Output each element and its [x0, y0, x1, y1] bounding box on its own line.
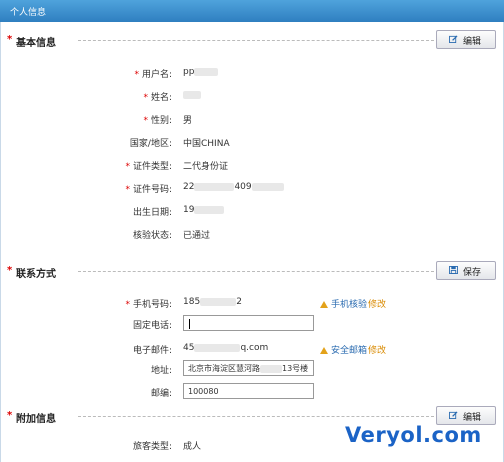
- email-edit-link[interactable]: 修改: [368, 343, 386, 356]
- required-mark: *: [7, 265, 13, 276]
- redacted-block: [183, 90, 201, 99]
- gender-value: 男: [183, 116, 193, 126]
- address-input[interactable]: 北京市海淀区慧河路 13号楼: [183, 360, 314, 376]
- section-divider: [78, 416, 434, 417]
- address-label: 地址:: [150, 366, 172, 376]
- phone-verify-link[interactable]: 手机核验: [320, 297, 367, 310]
- section-basic-title: 基本信息: [16, 38, 56, 49]
- email-label: 电子邮件:: [132, 346, 172, 356]
- redacted-block: [194, 182, 235, 191]
- required-mark: *: [125, 162, 130, 172]
- gender-label: 性别:: [150, 116, 172, 126]
- zip-input[interactable]: 100080: [183, 383, 314, 399]
- save-contact-label: 保存: [463, 268, 482, 278]
- id-type-value: 二代身份证: [183, 162, 229, 172]
- phone-prefix: 185: [183, 297, 201, 307]
- window-title: 个人信息: [10, 8, 47, 18]
- redacted-block: [260, 364, 282, 373]
- required-mark: *: [143, 116, 148, 126]
- country-value: 中国CHINA: [183, 139, 230, 149]
- id-number-prefix: 22: [183, 182, 195, 192]
- verify-status-value: 已通过: [183, 231, 211, 241]
- id-number-middle: 409: [234, 182, 252, 192]
- site-watermark: Veryol.com: [345, 423, 482, 447]
- phone-label: 手机号码:: [132, 300, 172, 310]
- email-suffix: q.com: [240, 343, 269, 353]
- username-value: pp: [183, 67, 195, 77]
- row-birthdate: 出生日期: 19: [0, 202, 504, 220]
- row-id-type: * 证件类型: 二代身份证: [0, 156, 504, 174]
- name-label: 姓名:: [150, 93, 172, 103]
- section-divider: [78, 40, 434, 41]
- id-type-label: 证件类型:: [132, 162, 172, 172]
- edit-basic-button[interactable]: 编辑: [436, 30, 496, 49]
- edit-basic-label: 编辑: [463, 37, 482, 47]
- section-extra-title: 附加信息: [16, 414, 56, 425]
- country-label: 国家/地区:: [129, 139, 172, 149]
- row-username: * 用户名: pp: [0, 64, 504, 82]
- edit-icon: [449, 411, 458, 419]
- section-divider: [78, 271, 434, 272]
- tel-input[interactable]: [183, 315, 314, 331]
- save-icon: [449, 266, 458, 274]
- row-email: 电子邮件: 45 q.com 安全邮箱 修改: [0, 340, 504, 358]
- edit-extra-label: 编辑: [463, 413, 482, 423]
- window-title-bar: 个人信息: [0, 0, 504, 22]
- row-gender: * 性别: 男: [0, 110, 504, 128]
- required-mark: *: [7, 410, 13, 421]
- required-mark: *: [125, 300, 130, 310]
- row-verify-status: 核验状态: 已通过: [0, 225, 504, 243]
- row-country: 国家/地区: 中国CHINA: [0, 133, 504, 151]
- required-mark: *: [7, 34, 13, 45]
- redacted-block: [194, 205, 225, 214]
- id-number-label: 证件号码:: [132, 185, 172, 195]
- save-contact-button[interactable]: 保存: [436, 261, 496, 280]
- redacted-block: [251, 182, 284, 191]
- verify-status-label: 核验状态:: [132, 231, 172, 241]
- redacted-block: [194, 67, 219, 76]
- section-contact-header: * 联系方式 保存: [0, 259, 504, 283]
- passenger-type-label: 旅客类型:: [132, 442, 172, 452]
- secure-email-link[interactable]: 安全邮箱: [320, 343, 367, 356]
- birthdate-label: 出生日期:: [132, 208, 172, 218]
- passenger-type-value: 成人: [183, 442, 202, 452]
- required-mark: *: [134, 70, 139, 80]
- zip-label: 邮编:: [150, 389, 172, 399]
- row-name: * 姓名:: [0, 87, 504, 105]
- email-prefix: 45: [183, 343, 195, 353]
- row-phone: * 手机号码: 185 2 手机核验 修改: [0, 294, 504, 312]
- phone-edit-link[interactable]: 修改: [368, 297, 386, 310]
- required-mark: *: [125, 185, 130, 195]
- tel-label: 固定电话:: [132, 321, 172, 331]
- text-caret: [189, 318, 190, 329]
- birthdate-value: 19: [183, 205, 195, 215]
- phone-suffix: 2: [236, 297, 242, 307]
- row-tel: 固定电话:: [0, 315, 504, 333]
- required-mark: *: [143, 93, 148, 103]
- warning-icon: [320, 347, 328, 354]
- section-basic-header: * 基本信息 编辑: [0, 28, 504, 52]
- row-id-number: * 证件号码: 22 409: [0, 179, 504, 197]
- username-label: 用户名:: [141, 70, 172, 80]
- redacted-block: [194, 343, 241, 352]
- redacted-block: [200, 297, 237, 306]
- section-contact-title: 联系方式: [16, 269, 56, 280]
- row-zip: 邮编: 100080: [0, 383, 504, 401]
- row-address: 地址: 北京市海淀区慧河路 13号楼: [0, 360, 504, 378]
- warning-icon: [320, 301, 328, 308]
- edit-icon: [449, 35, 458, 43]
